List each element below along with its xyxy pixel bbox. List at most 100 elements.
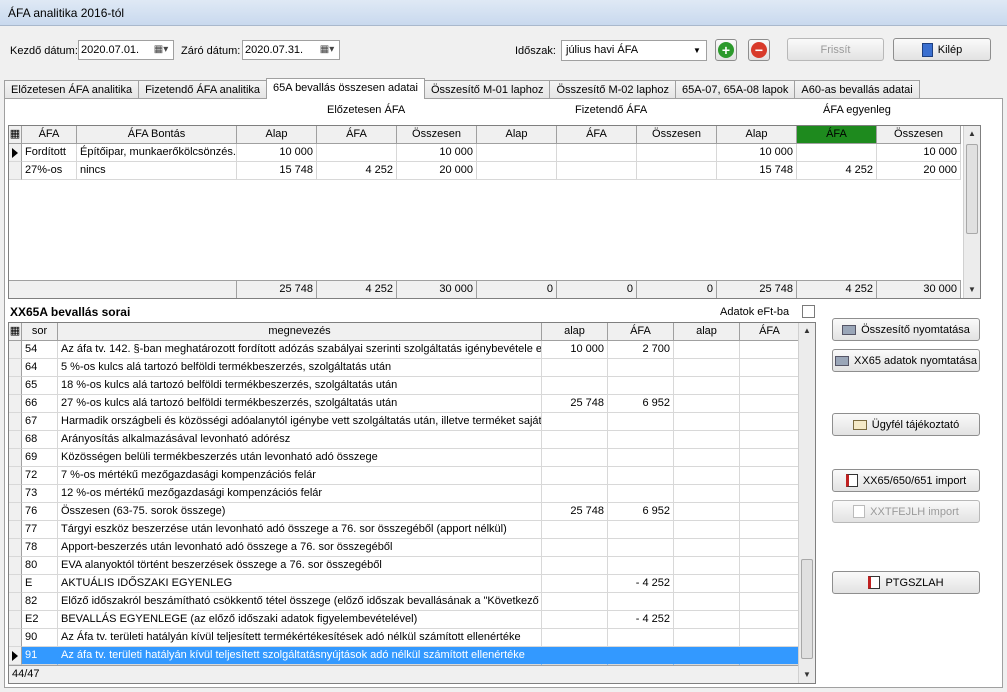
cell[interactable]: 18 %-os kulcs alá tartozó belföldi termé… [58,377,542,395]
cell[interactable]: 15 748 [717,162,797,180]
cell[interactable] [542,467,608,485]
scroll-thumb[interactable] [801,559,813,659]
client-info-button[interactable]: Ügyfél tájékoztató [832,413,980,436]
cell[interactable] [740,395,800,413]
eft-checkbox[interactable] [802,305,815,318]
cell[interactable] [740,449,800,467]
cell[interactable]: E2 [22,611,58,629]
print-summary-button[interactable]: Összesítő nyomtatása [832,318,980,341]
cell[interactable] [542,431,608,449]
cell[interactable]: 7 %-os mértékű mezőgazdasági kompenzáció… [58,467,542,485]
cell[interactable] [608,413,674,431]
scroll-thumb[interactable] [966,144,978,234]
tab-summary-m02[interactable]: Összesítő M-02 laphoz [549,80,676,99]
cell[interactable]: 68 [22,431,58,449]
col-header[interactable]: Alap [717,126,797,144]
cell[interactable]: 10 000 [877,144,961,162]
cell[interactable]: 69 [22,449,58,467]
calendar-icon[interactable]: ▦▾ [150,42,172,58]
cell[interactable]: Közösségen belüli termékbeszerzés után l… [58,449,542,467]
cell[interactable] [740,575,800,593]
cell[interactable] [608,485,674,503]
cell[interactable]: 54 [22,341,58,359]
cell[interactable]: - 4 252 [608,611,674,629]
cell[interactable] [674,557,740,575]
cell[interactable] [740,413,800,431]
cell[interactable] [542,629,608,647]
cell[interactable] [740,539,800,557]
cell[interactable] [542,575,608,593]
scroll-down-icon[interactable]: ▼ [799,667,815,683]
tab-summary-m01[interactable]: Összesítő M-01 laphoz [423,80,551,99]
vertical-scrollbar[interactable]: ▲ ▼ [963,126,980,298]
cell[interactable]: Harmadik országbeli és közösségi adóalan… [58,413,542,431]
cell[interactable] [740,467,800,485]
period-select[interactable]: július havi ÁFA ▼ [561,40,707,61]
cell[interactable] [608,521,674,539]
cell[interactable]: nincs [77,162,237,180]
chevron-down-icon[interactable]: ▼ [689,42,705,59]
cell[interactable] [740,647,800,665]
cell[interactable]: 4 252 [797,162,877,180]
cell[interactable]: 10 000 [237,144,317,162]
cell[interactable] [740,503,800,521]
cell[interactable] [674,413,740,431]
cell[interactable]: Az áfa tv. területi hatályán kívül telje… [58,647,542,665]
col-header[interactable]: ÁFA [608,323,674,341]
col-header[interactable]: megnevezés [58,323,542,341]
cell[interactable]: 5 %-os kulcs alá tartozó belföldi termék… [58,359,542,377]
cell[interactable]: 82 [22,593,58,611]
cell[interactable] [477,144,557,162]
cell[interactable] [608,449,674,467]
cell[interactable]: 91 [22,647,58,665]
add-period-button[interactable]: + [715,39,737,61]
grid-options-icon[interactable]: ▦ [9,126,22,144]
col-header[interactable]: Összesen [877,126,961,144]
cell[interactable]: 76 [22,503,58,521]
cell[interactable]: 67 [22,413,58,431]
cell[interactable]: 66 [22,395,58,413]
cell[interactable] [637,144,717,162]
cell[interactable]: 77 [22,521,58,539]
cell[interactable] [542,377,608,395]
cell[interactable]: 12 %-os mértékű mezőgazdasági kompenzáci… [58,485,542,503]
cell[interactable] [608,539,674,557]
scroll-up-icon[interactable]: ▲ [964,126,980,142]
col-header[interactable]: ÁFA [740,323,800,341]
cell[interactable] [740,341,800,359]
vat-summary-grid[interactable]: ▦ ÁFA ÁFA Bontás Alap ÁFA Összesen Alap … [8,125,981,299]
cell[interactable]: - 4 252 [608,575,674,593]
col-header[interactable]: sor [22,323,58,341]
cell[interactable] [557,144,637,162]
cell[interactable]: 73 [22,485,58,503]
cell[interactable]: 10 000 [542,341,608,359]
cell[interactable] [674,485,740,503]
cell[interactable]: 27%-os [22,162,77,180]
cell[interactable]: 6 952 [608,503,674,521]
cell[interactable]: 20 000 [877,162,961,180]
refresh-button[interactable]: Frissít [787,38,884,61]
ptgszlah-button[interactable]: PTGSZLAH [832,571,980,594]
col-header[interactable]: Összesen [397,126,477,144]
cell[interactable]: Tárgyi eszköz beszerzése után levonható … [58,521,542,539]
cell[interactable] [674,629,740,647]
cell[interactable]: Összesen (63-75. sorok összege) [58,503,542,521]
cell[interactable]: 78 [22,539,58,557]
cell[interactable] [608,647,674,665]
cell[interactable] [674,467,740,485]
return-lines-grid[interactable]: ▦ sor megnevezés alap ÁFA alap ÁFA 54 Az … [8,322,816,684]
col-header[interactable]: ÁFA [22,126,77,144]
grid-options-icon[interactable]: ▦ [9,323,22,341]
exit-button[interactable]: Kilép [893,38,991,61]
cell[interactable] [740,557,800,575]
scroll-up-icon[interactable]: ▲ [799,323,815,339]
cell[interactable] [557,162,637,180]
cell[interactable]: 65 [22,377,58,395]
cell[interactable]: 15 748 [237,162,317,180]
cell[interactable] [608,467,674,485]
cell[interactable]: 4 252 [317,162,397,180]
cell[interactable] [674,341,740,359]
cell[interactable] [542,485,608,503]
cell[interactable] [797,144,877,162]
cell[interactable] [608,593,674,611]
